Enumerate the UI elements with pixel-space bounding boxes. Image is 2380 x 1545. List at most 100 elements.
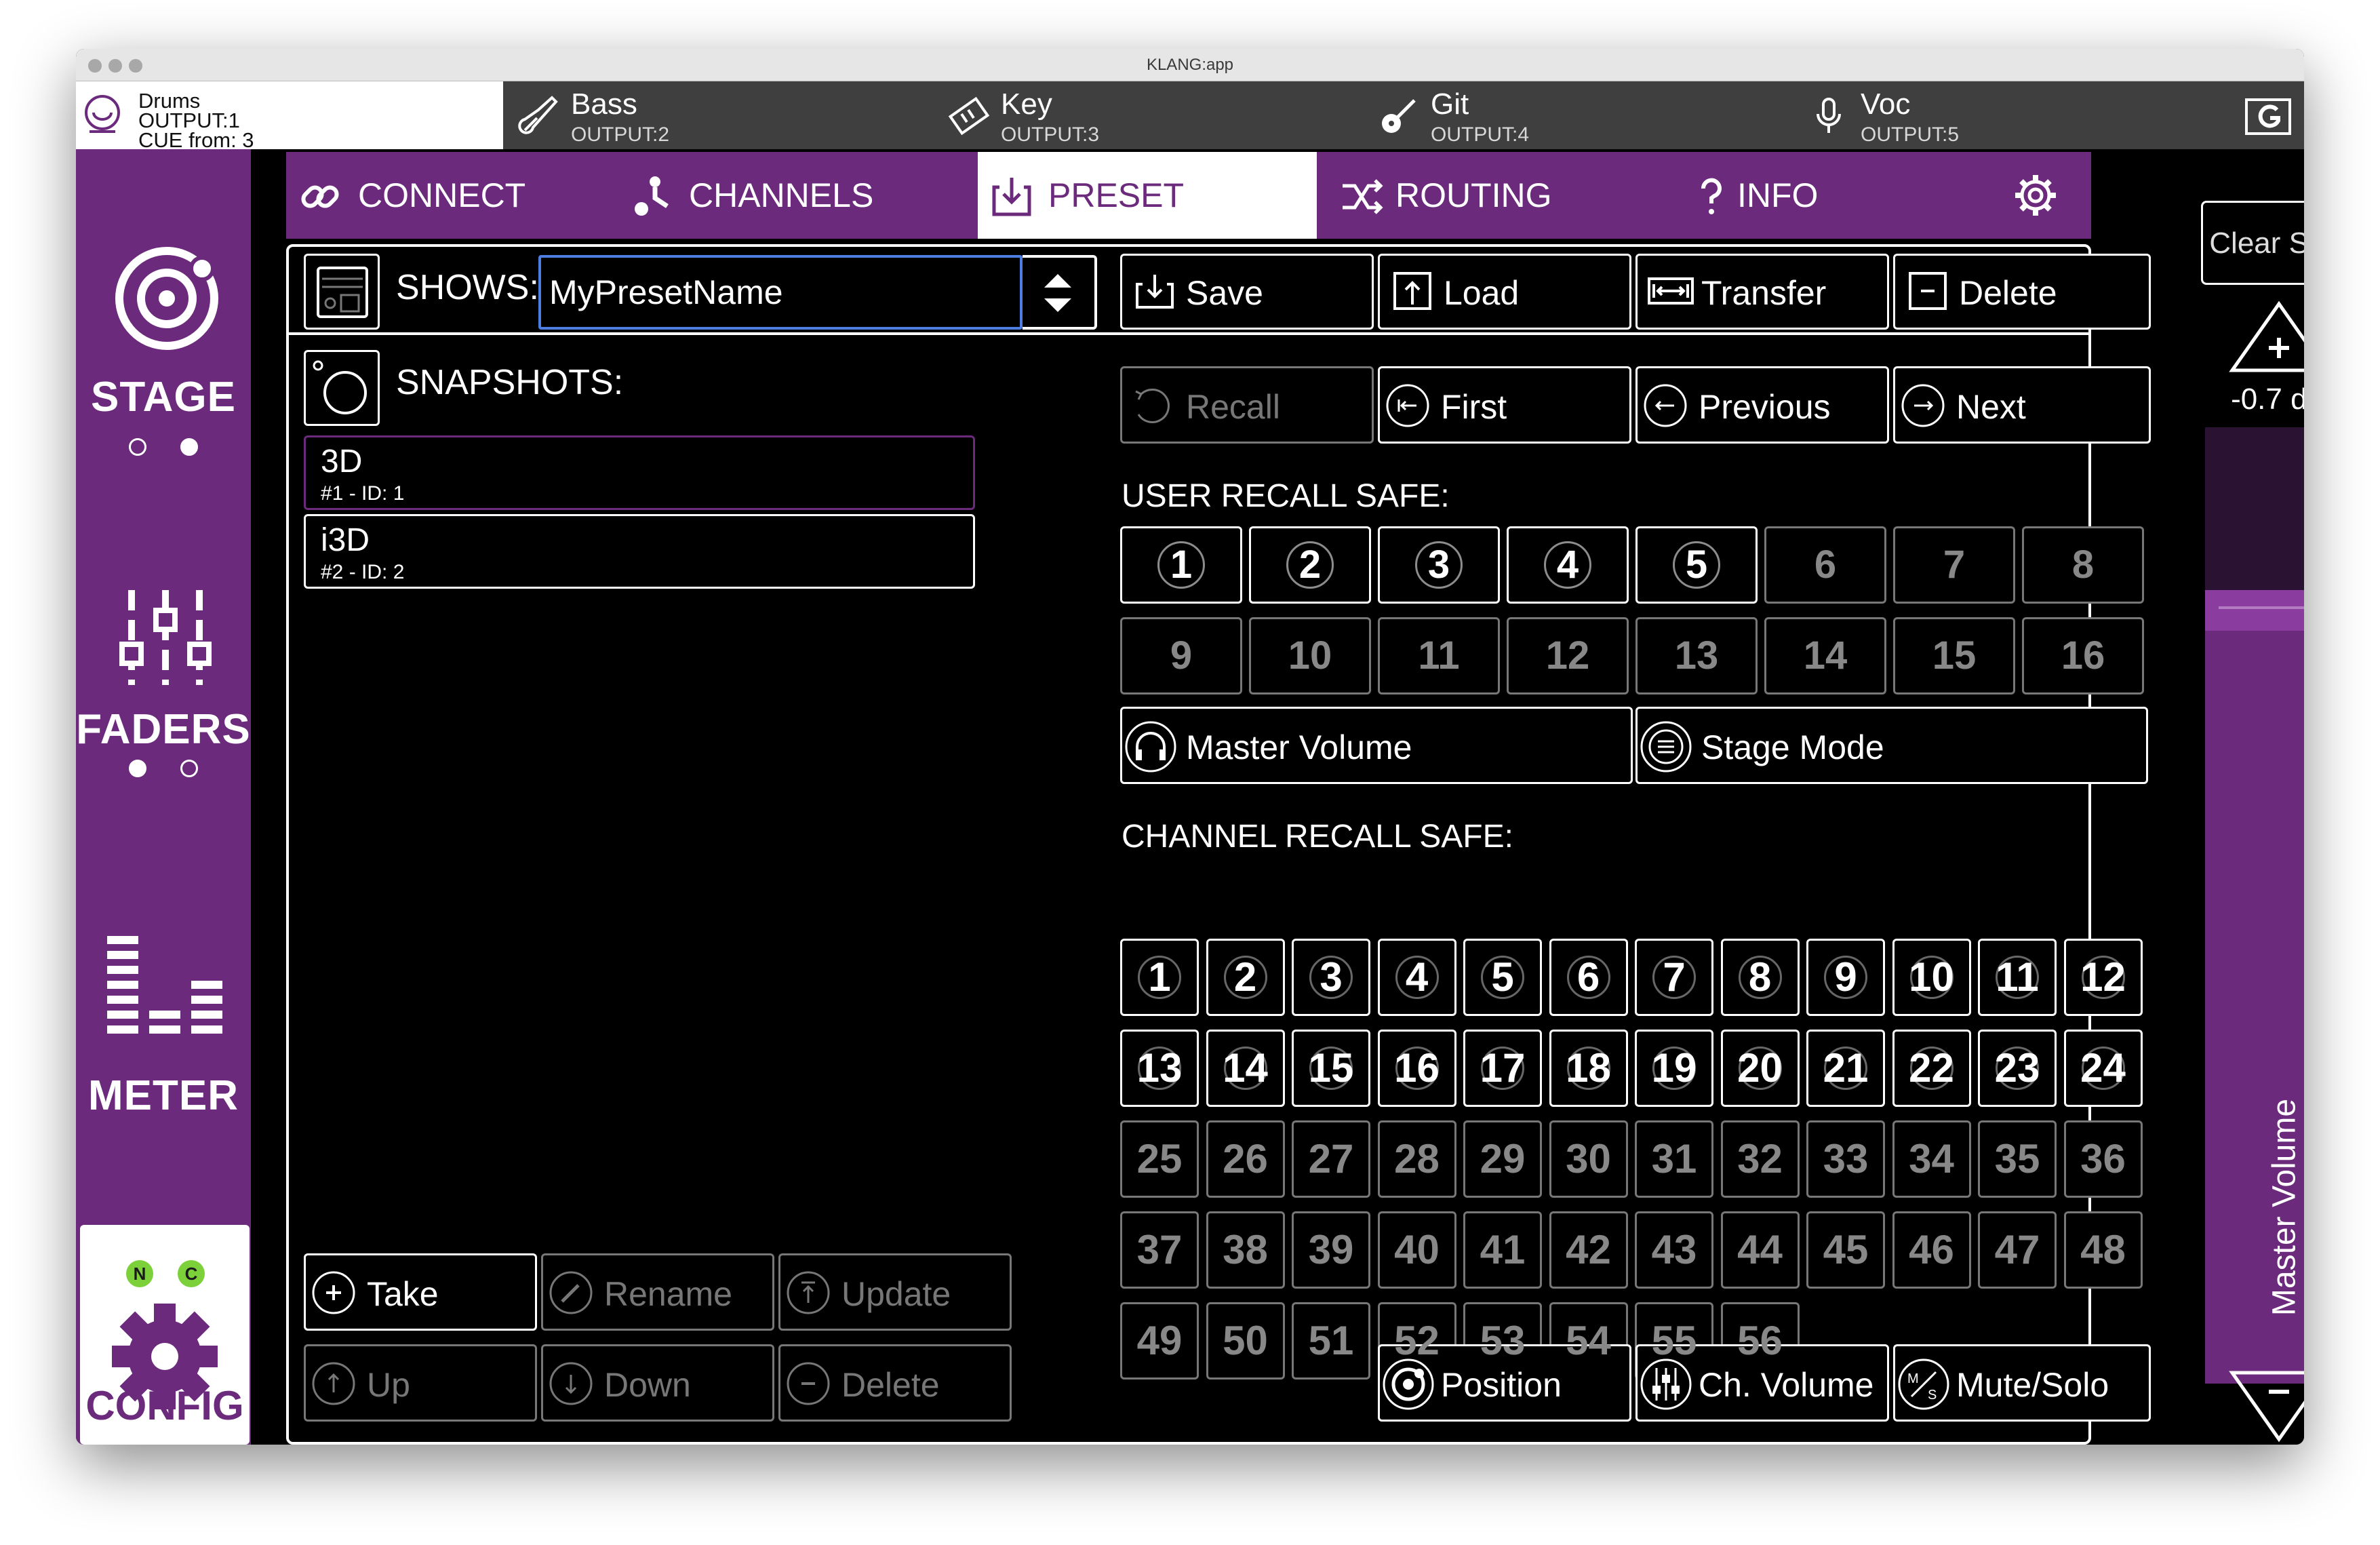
- channel-safe-11[interactable]: 11: [1978, 939, 2057, 1016]
- channel-safe-32[interactable]: 32: [1720, 1120, 1800, 1198]
- master-volume-safe-button[interactable]: Master Volume: [1120, 707, 1633, 784]
- shows-icon-button[interactable]: [304, 254, 380, 330]
- delete-snapshot-button[interactable]: Delete: [778, 1344, 1012, 1422]
- g-logo-icon[interactable]: [2244, 98, 2292, 136]
- user-safe-1[interactable]: 1: [1120, 526, 1242, 604]
- channel-safe-29[interactable]: 29: [1463, 1120, 1542, 1198]
- channel-safe-41[interactable]: 41: [1463, 1211, 1542, 1289]
- volume-up-button[interactable]: [2228, 300, 2304, 374]
- user-safe-10[interactable]: 10: [1249, 617, 1371, 695]
- channel-safe-18[interactable]: 18: [1549, 1030, 1628, 1107]
- channel-safe-51[interactable]: 51: [1292, 1302, 1370, 1380]
- sidebar-item-meter[interactable]: METER: [76, 827, 251, 1119]
- volume-down-button[interactable]: [2228, 1369, 2304, 1443]
- channel-safe-3[interactable]: 3: [1292, 939, 1370, 1016]
- sidebar-item-config[interactable]: N C CONFIG: [80, 1225, 250, 1445]
- channel-safe-44[interactable]: 44: [1720, 1211, 1800, 1289]
- snapshot-item[interactable]: i3D #2 - ID: 2: [304, 514, 975, 589]
- channel-safe-30[interactable]: 30: [1549, 1120, 1628, 1198]
- save-button[interactable]: Save: [1120, 254, 1374, 330]
- user-safe-12[interactable]: 12: [1507, 617, 1629, 695]
- tab-connect[interactable]: CONNECT: [286, 152, 612, 239]
- channel-safe-40[interactable]: 40: [1377, 1211, 1456, 1289]
- channel-safe-10[interactable]: 10: [1892, 939, 1971, 1016]
- channel-safe-17[interactable]: 17: [1463, 1030, 1542, 1107]
- take-button[interactable]: Take: [304, 1253, 537, 1331]
- channel-safe-34[interactable]: 34: [1892, 1120, 1971, 1198]
- channel-safe-21[interactable]: 21: [1806, 1030, 1885, 1107]
- user-safe-9[interactable]: 9: [1120, 617, 1242, 695]
- channel-safe-39[interactable]: 39: [1292, 1211, 1370, 1289]
- stage-mode-safe-button[interactable]: Stage Mode: [1635, 707, 2148, 784]
- show-selector-spinner[interactable]: [1023, 255, 1097, 330]
- channel-safe-36[interactable]: 36: [2063, 1120, 2143, 1198]
- user-safe-2[interactable]: 2: [1249, 526, 1371, 604]
- output-tab-voc[interactable]: Voc OUTPUT:5: [1796, 81, 2225, 149]
- gear-icon[interactable]: [2014, 174, 2057, 217]
- channel-safe-33[interactable]: 33: [1806, 1120, 1885, 1198]
- channel-safe-31[interactable]: 31: [1635, 1120, 1713, 1198]
- channel-safe-37[interactable]: 37: [1120, 1211, 1199, 1289]
- user-safe-16[interactable]: 16: [2022, 617, 2144, 695]
- recall-button[interactable]: Recall: [1120, 366, 1374, 444]
- channel-safe-49[interactable]: 49: [1120, 1302, 1199, 1380]
- sidebar-item-faders[interactable]: FADERS: [76, 475, 251, 760]
- tab-channels[interactable]: CHANNELS: [632, 152, 957, 239]
- update-button[interactable]: Update: [778, 1253, 1012, 1331]
- fader-handle[interactable]: [2205, 590, 2304, 631]
- channel-safe-8[interactable]: 8: [1720, 939, 1800, 1016]
- first-button[interactable]: First: [1378, 366, 1631, 444]
- show-name-input[interactable]: [538, 255, 1023, 330]
- user-safe-13[interactable]: 13: [1635, 617, 1758, 695]
- channel-safe-15[interactable]: 15: [1292, 1030, 1370, 1107]
- move-down-button[interactable]: Down: [541, 1344, 774, 1422]
- channel-safe-48[interactable]: 48: [2063, 1211, 2143, 1289]
- snapshots-icon-button[interactable]: [304, 350, 380, 426]
- output-tab-drums[interactable]: Drums OUTPUT:1 CUE from: 3: [76, 81, 503, 151]
- channel-safe-20[interactable]: 20: [1720, 1030, 1800, 1107]
- channel-safe-4[interactable]: 4: [1377, 939, 1456, 1016]
- channel-safe-45[interactable]: 45: [1806, 1211, 1885, 1289]
- channel-safe-13[interactable]: 13: [1120, 1030, 1199, 1107]
- channel-safe-22[interactable]: 22: [1892, 1030, 1971, 1107]
- tab-info[interactable]: INFO: [1683, 152, 1954, 239]
- channel-safe-12[interactable]: 12: [2063, 939, 2143, 1016]
- previous-button[interactable]: Previous: [1635, 366, 1889, 444]
- tab-routing[interactable]: ROUTING: [1330, 152, 1669, 239]
- user-safe-7[interactable]: 7: [1893, 526, 2015, 604]
- tab-preset[interactable]: PRESET: [978, 152, 1317, 239]
- transfer-button[interactable]: Transfer: [1635, 254, 1889, 330]
- channel-safe-28[interactable]: 28: [1377, 1120, 1456, 1198]
- channel-safe-9[interactable]: 9: [1806, 939, 1885, 1016]
- channel-safe-42[interactable]: 42: [1549, 1211, 1628, 1289]
- user-safe-14[interactable]: 14: [1764, 617, 1886, 695]
- channel-safe-26[interactable]: 26: [1206, 1120, 1285, 1198]
- channel-safe-24[interactable]: 24: [2063, 1030, 2143, 1107]
- clear-solo-button[interactable]: Clear Solo: [2201, 201, 2304, 285]
- channel-safe-25[interactable]: 25: [1120, 1120, 1199, 1198]
- delete-show-button[interactable]: Delete: [1893, 254, 2151, 330]
- channel-safe-16[interactable]: 16: [1377, 1030, 1456, 1107]
- channel-safe-7[interactable]: 7: [1635, 939, 1713, 1016]
- next-button[interactable]: Next: [1893, 366, 2151, 444]
- channel-safe-46[interactable]: 46: [1892, 1211, 1971, 1289]
- snapshot-item[interactable]: 3D #1 - ID: 1: [304, 435, 975, 510]
- channel-safe-35[interactable]: 35: [1978, 1120, 2057, 1198]
- channel-safe-5[interactable]: 5: [1463, 939, 1542, 1016]
- channel-safe-23[interactable]: 23: [1978, 1030, 2057, 1107]
- move-up-button[interactable]: Up: [304, 1344, 537, 1422]
- channel-safe-2[interactable]: 2: [1206, 939, 1285, 1016]
- channel-safe-6[interactable]: 6: [1549, 939, 1628, 1016]
- sidebar-item-stage[interactable]: STAGE: [76, 149, 251, 456]
- channel-safe-47[interactable]: 47: [1978, 1211, 2057, 1289]
- rename-button[interactable]: Rename: [541, 1253, 774, 1331]
- output-tab-git[interactable]: Git OUTPUT:4: [1366, 81, 1796, 149]
- load-button[interactable]: Load: [1378, 254, 1631, 330]
- channel-safe-50[interactable]: 50: [1206, 1302, 1285, 1380]
- user-safe-6[interactable]: 6: [1764, 526, 1886, 604]
- user-safe-8[interactable]: 8: [2022, 526, 2144, 604]
- output-tab-key[interactable]: Key OUTPUT:3: [936, 81, 1366, 149]
- mute-solo-safe-button[interactable]: M S Mute/Solo: [1893, 1344, 2151, 1422]
- user-safe-3[interactable]: 3: [1378, 526, 1500, 604]
- output-tab-bass[interactable]: Bass OUTPUT:2: [506, 81, 936, 149]
